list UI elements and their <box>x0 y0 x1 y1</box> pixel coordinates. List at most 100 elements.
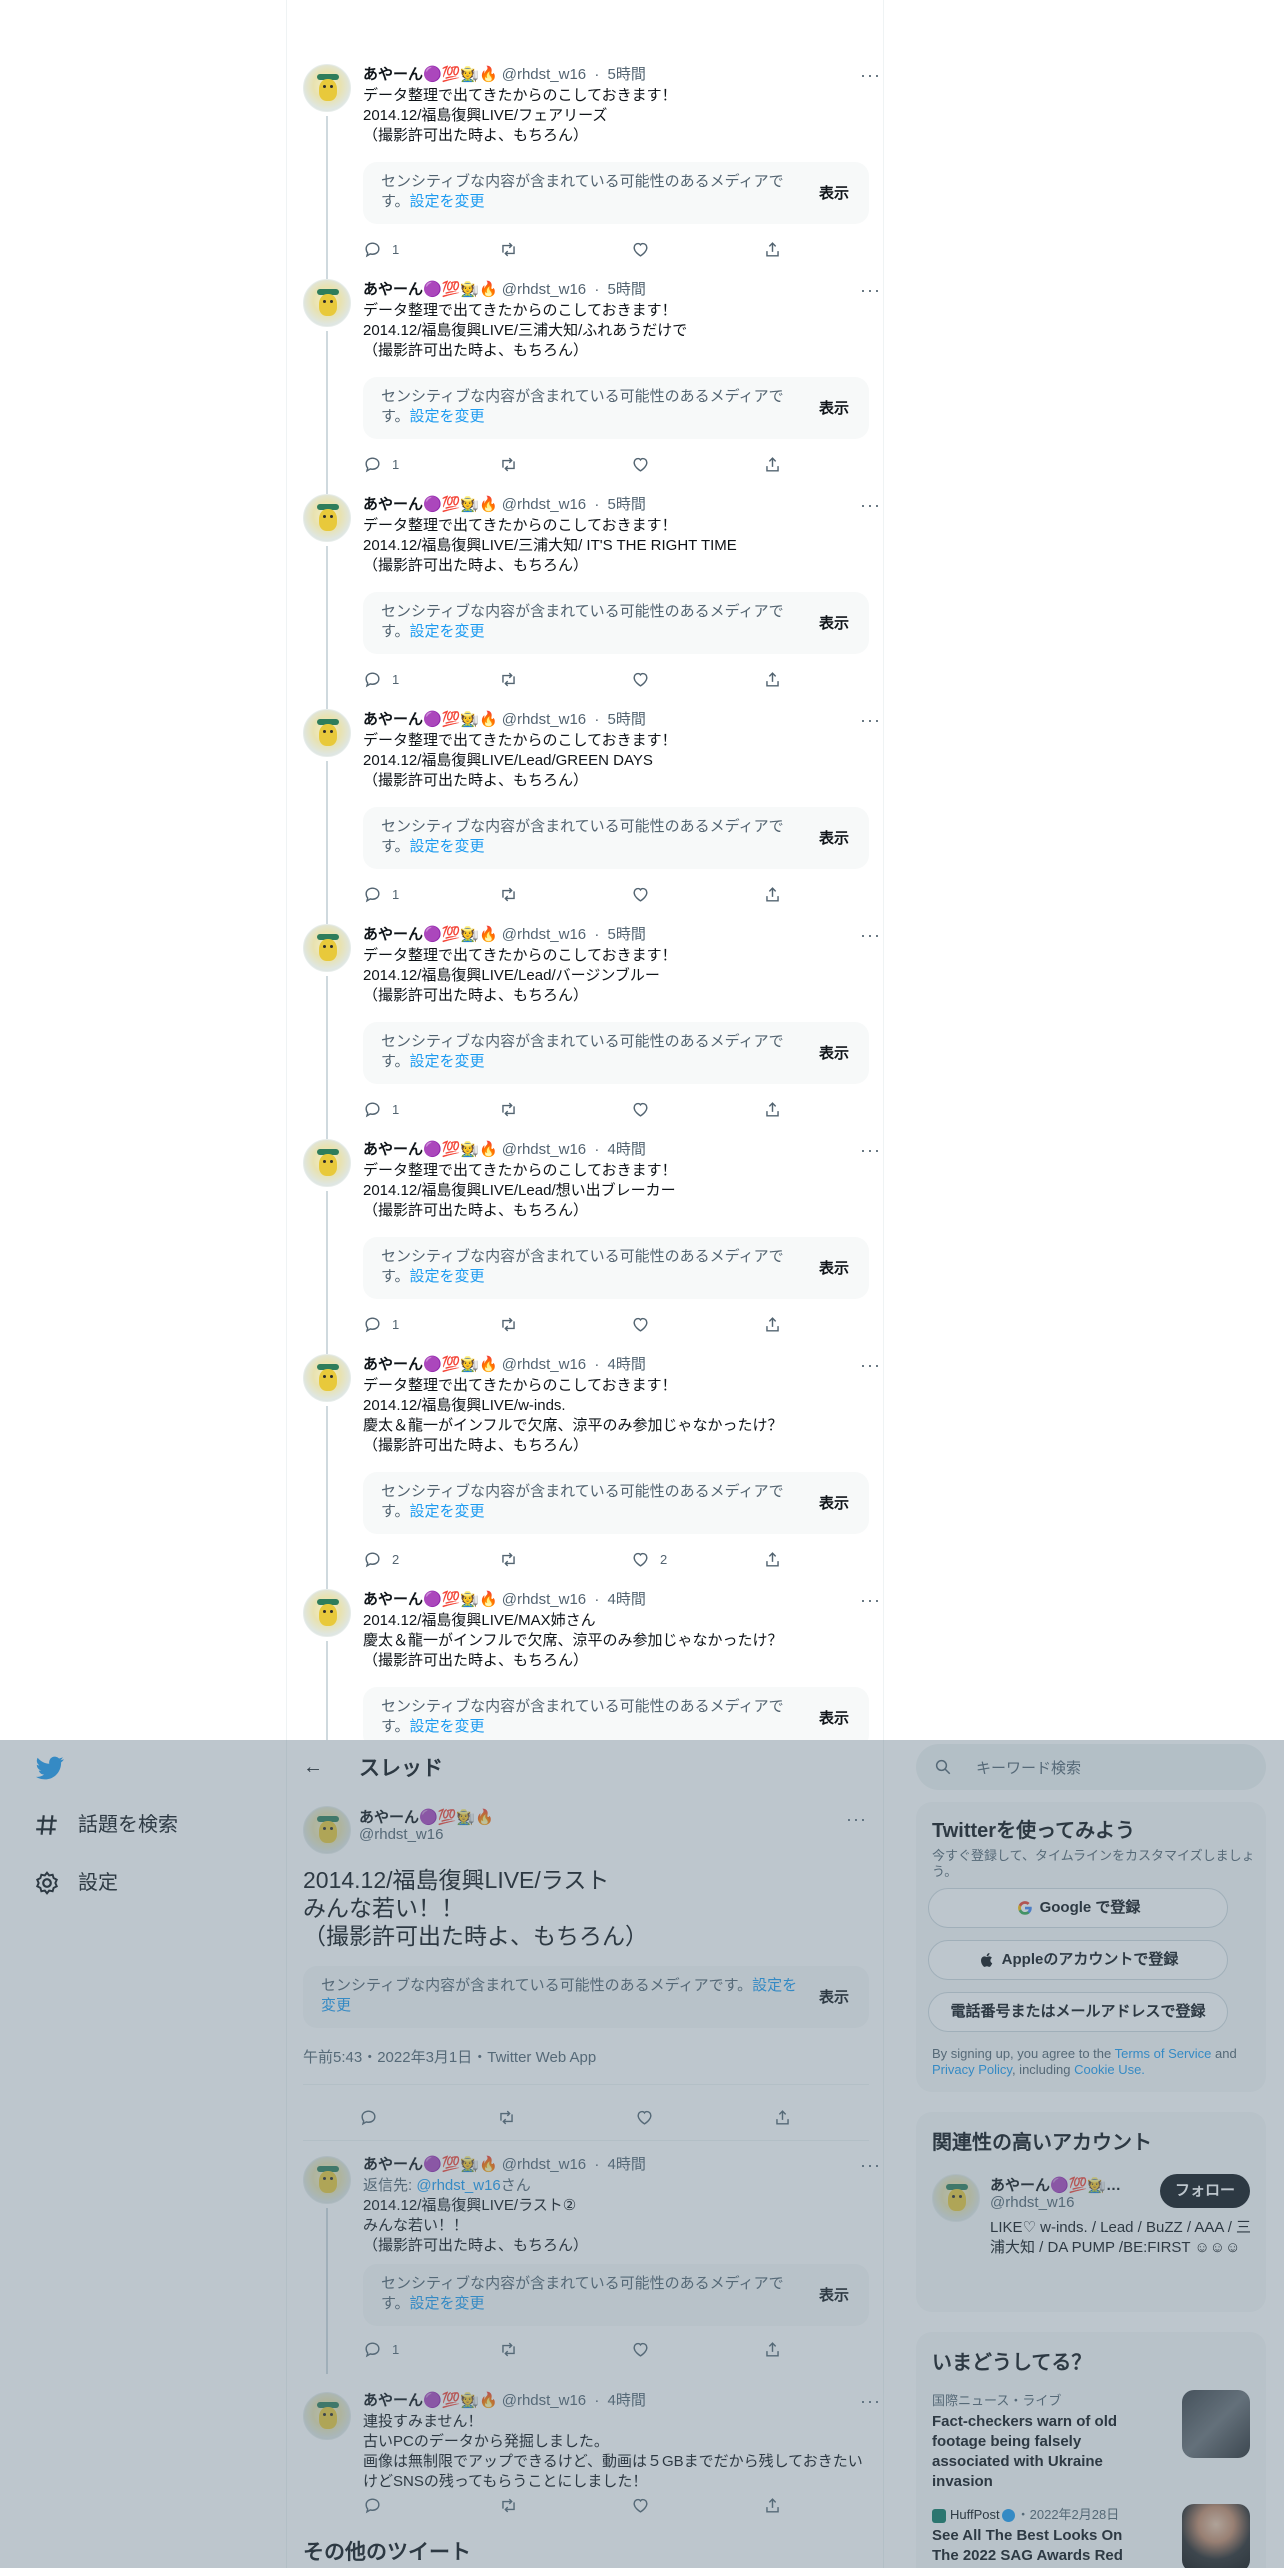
show-media-button[interactable]: 表示 <box>819 827 849 848</box>
author-name[interactable]: あやーん🟣💯🧑‍🌾🔥 <box>363 1141 498 1158</box>
author-handle[interactable]: @rhdst_w16 <box>502 496 586 513</box>
retweet-button[interactable] <box>499 1548 518 1570</box>
show-media-button[interactable]: 表示 <box>819 397 849 418</box>
share-button[interactable] <box>763 1548 782 1570</box>
author-handle[interactable]: @rhdst_w16 <box>502 1141 586 1158</box>
timeline-tweet[interactable]: あやーん🟣💯🧑‍🌾🔥 @rhdst_w16 · 5時間 ··· データ整理で出てきたか… <box>287 279 885 494</box>
avatar[interactable] <box>303 1139 351 1187</box>
more-icon[interactable]: ··· <box>860 1591 881 1609</box>
author-name[interactable]: あやーん🟣💯🧑‍🌾🔥 <box>363 926 498 943</box>
more-icon[interactable]: ··· <box>860 1141 881 1159</box>
like-button[interactable] <box>631 668 660 690</box>
author-handle[interactable]: @rhdst_w16 <box>502 711 586 728</box>
tweet-time[interactable]: 4時間 <box>608 1141 646 1158</box>
reply-button[interactable]: 1 <box>363 1313 399 1335</box>
author-handle[interactable]: @rhdst_w16 <box>502 926 586 943</box>
share-button[interactable] <box>763 1098 782 1120</box>
share-button[interactable] <box>763 883 782 905</box>
author-name[interactable]: あやーん🟣💯🧑‍🌾🔥 <box>363 496 498 513</box>
show-media-button[interactable]: 表示 <box>819 1257 849 1278</box>
author-name[interactable]: あやーん🟣💯🧑‍🌾🔥 <box>363 281 498 298</box>
like-button[interactable] <box>631 883 660 905</box>
show-media-button[interactable]: 表示 <box>819 182 849 203</box>
more-icon[interactable]: ··· <box>860 496 881 514</box>
show-media-button[interactable]: 表示 <box>819 612 849 633</box>
share-button[interactable] <box>763 1313 782 1335</box>
tweet-time[interactable]: 4時間 <box>608 1591 646 1608</box>
avatar[interactable] <box>303 1589 351 1637</box>
retweet-button[interactable] <box>499 883 518 905</box>
change-settings-link[interactable]: 設定を変更 <box>410 1268 485 1285</box>
timeline-tweet[interactable]: あやーん🟣💯🧑‍🌾🔥 @rhdst_w16 · 4時間 ··· データ整理で出てきたか… <box>287 1354 885 1589</box>
reply-button[interactable]: 1 <box>363 668 399 690</box>
tweet-time[interactable]: 5時間 <box>608 496 646 513</box>
tweet-time[interactable]: 5時間 <box>608 66 646 83</box>
like-button[interactable] <box>631 453 660 475</box>
share-button[interactable] <box>763 453 782 475</box>
share-button[interactable] <box>763 238 782 260</box>
author-name[interactable]: あやーん🟣💯🧑‍🌾🔥 <box>363 66 498 83</box>
change-settings-link[interactable]: 設定を変更 <box>410 623 485 640</box>
change-settings-link[interactable]: 設定を変更 <box>410 1718 485 1735</box>
change-settings-link[interactable]: 設定を変更 <box>410 1503 485 1520</box>
avatar[interactable] <box>303 709 351 757</box>
thread-line <box>326 761 328 924</box>
author-handle[interactable]: @rhdst_w16 <box>502 281 586 298</box>
retweet-icon <box>502 242 515 257</box>
retweet-button[interactable] <box>499 453 518 475</box>
like-button[interactable] <box>631 1313 660 1335</box>
like-button[interactable] <box>631 238 660 260</box>
reply-count: 1 <box>392 886 400 902</box>
show-media-button[interactable]: 表示 <box>819 1707 849 1728</box>
more-icon[interactable]: ··· <box>860 926 881 944</box>
like-button[interactable]: 2 <box>631 1548 667 1570</box>
tweet-time[interactable]: 4時間 <box>608 1356 646 1373</box>
timeline-tweet[interactable]: あやーん🟣💯🧑‍🌾🔥 @rhdst_w16 · 4時間 ··· データ整理で出てきたか… <box>287 1139 885 1354</box>
retweet-button[interactable] <box>499 1313 518 1335</box>
reply-button[interactable]: 1 <box>363 238 399 260</box>
author-name[interactable]: あやーん🟣💯🧑‍🌾🔥 <box>363 1591 498 1608</box>
like-button[interactable] <box>631 1098 660 1120</box>
thread-line <box>326 331 328 494</box>
timeline-tweet[interactable]: あやーん🟣💯🧑‍🌾🔥 @rhdst_w16 · 5時間 ··· データ整理で出てきたか… <box>287 924 885 1139</box>
change-settings-link[interactable]: 設定を変更 <box>410 838 485 855</box>
avatar[interactable] <box>303 494 351 542</box>
avatar[interactable] <box>303 279 351 327</box>
author-handle[interactable]: @rhdst_w16 <box>502 1356 586 1373</box>
show-media-button[interactable]: 表示 <box>819 1492 849 1513</box>
reply-button[interactable]: 2 <box>363 1548 399 1570</box>
author-handle[interactable]: @rhdst_w16 <box>502 66 586 83</box>
retweet-button[interactable] <box>499 238 518 260</box>
change-settings-link[interactable]: 設定を変更 <box>410 408 485 425</box>
timeline-tweet[interactable]: あやーん🟣💯🧑‍🌾🔥 @rhdst_w16 · 5時間 ··· データ整理で出てきたか… <box>287 64 885 279</box>
reply-count: 1 <box>392 241 400 257</box>
reply-button[interactable]: 1 <box>363 1098 399 1120</box>
share-button[interactable] <box>763 668 782 690</box>
retweet-icon <box>502 887 515 902</box>
tweet-actions: 1 <box>363 1098 783 1120</box>
timeline-tweet[interactable]: あやーん🟣💯🧑‍🌾🔥 @rhdst_w16 · 5時間 ··· データ整理で出てきたか… <box>287 494 885 709</box>
author-name[interactable]: あやーん🟣💯🧑‍🌾🔥 <box>363 1356 498 1373</box>
author-handle[interactable]: @rhdst_w16 <box>502 1591 586 1608</box>
avatar[interactable] <box>303 1354 351 1402</box>
reply-button[interactable]: 1 <box>363 883 399 905</box>
avatar[interactable] <box>303 64 351 112</box>
retweet-button[interactable] <box>499 668 518 690</box>
author-name[interactable]: あやーん🟣💯🧑‍🌾🔥 <box>363 711 498 728</box>
change-settings-link[interactable]: 設定を変更 <box>410 193 485 210</box>
tweet-time[interactable]: 5時間 <box>608 281 646 298</box>
more-icon[interactable]: ··· <box>860 1356 881 1374</box>
more-icon[interactable]: ··· <box>860 711 881 729</box>
tweet-time[interactable]: 5時間 <box>608 926 646 943</box>
change-settings-link[interactable]: 設定を変更 <box>410 1053 485 1070</box>
timeline-tweet[interactable]: あやーん🟣💯🧑‍🌾🔥 @rhdst_w16 · 5時間 ··· データ整理で出てきたか… <box>287 709 885 924</box>
retweet-button[interactable] <box>499 1098 518 1120</box>
tweet-time[interactable]: 5時間 <box>608 711 646 728</box>
thread-line <box>326 1191 328 1354</box>
more-icon[interactable]: ··· <box>860 66 881 84</box>
reply-button[interactable]: 1 <box>363 453 399 475</box>
modal-overlay[interactable] <box>0 1740 1284 2568</box>
show-media-button[interactable]: 表示 <box>819 1042 849 1063</box>
more-icon[interactable]: ··· <box>860 281 881 299</box>
avatar[interactable] <box>303 924 351 972</box>
